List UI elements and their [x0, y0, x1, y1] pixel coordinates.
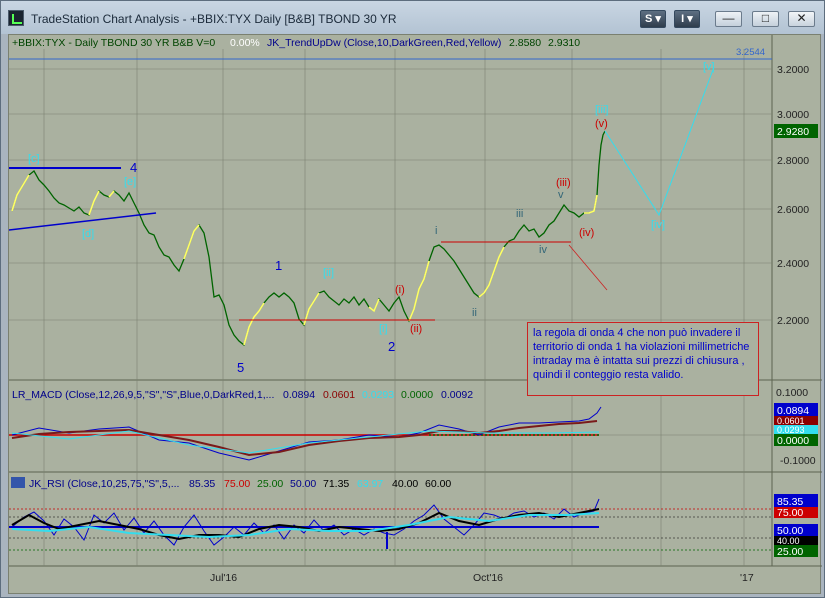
wave-label-iv-red: (iv) [579, 227, 594, 239]
wave-label-iii-cyan: [iii] [595, 104, 608, 116]
rsi-value-8: 60.00 [425, 478, 451, 490]
price-tick-2600: 2.6000 [777, 204, 809, 216]
wave-label-ii-cyan: [ii] [323, 267, 334, 279]
rsi-badge-green-text: 25.00 [777, 546, 803, 558]
rsi-badge-red-text: 75.00 [777, 507, 803, 519]
macd-badge-cyan-text: 0.0293 [777, 425, 805, 435]
macd-value-3: 0.0293 [362, 389, 394, 401]
wave-label-d: [d] [82, 228, 94, 240]
wave-label-c: [c] [28, 153, 40, 165]
wave-label-4: 4 [130, 160, 137, 175]
rsi-indicator-label: JK_RSI (Close,10,25,75,"S",5,... [29, 478, 179, 490]
price-symbol-label: +BBIX:TYX - Daily TBOND 30 YR B&B V=0 [12, 37, 215, 49]
trend-indicator-label: JK_TrendUpDw (Close,10,DarkGreen,Red,Yel… [267, 37, 501, 49]
wave-label-v-red: (v) [595, 118, 608, 130]
annotation-pointer-line [568, 244, 608, 291]
rsi-value-4: 50.00 [290, 478, 316, 490]
wave-label-2: 2 [388, 339, 395, 354]
rsi-value-2: 75.00 [224, 478, 250, 490]
wave-label-iv-cyan: [iv] [651, 219, 665, 231]
wave-label-i-green: i [435, 225, 437, 237]
wave-label-e: [e] [124, 176, 136, 188]
time-label-jul16: Jul'16 [210, 572, 237, 584]
chart-area[interactable]: +BBIX:TYX - Daily TBOND 30 YR B&B V=0 0.… [8, 34, 822, 595]
macd-value-5: 0.0092 [441, 389, 473, 401]
wave-label-i-cyan: [i] [379, 323, 388, 335]
window-title: TradeStation Chart Analysis - +BBIX:TYX … [31, 12, 397, 26]
macd-badge-green-text: 0.0000 [777, 435, 809, 447]
macd-tick-top: 0.1000 [776, 387, 808, 399]
price-tick-2200: 2.2000 [777, 315, 809, 327]
current-price-value: 2.9280 [777, 126, 809, 138]
price-tick-3200: 3.2000 [777, 64, 809, 76]
wave-label-ii-red: (ii) [410, 323, 422, 335]
wave-label-ii-green: ii [472, 307, 477, 319]
rsi-value-1: 85.35 [189, 478, 215, 490]
close-button[interactable]: ✕ [788, 11, 815, 27]
minimize-button[interactable]: — [715, 11, 742, 27]
price-tick-2400: 2.4000 [777, 258, 809, 270]
price-gridlines [9, 68, 772, 321]
macd-value-4: 0.0000 [401, 389, 433, 401]
rsi-value-5: 71.35 [323, 478, 349, 490]
trend-value-2: 2.9310 [548, 37, 580, 49]
wave-label-iii-green: iii [516, 208, 523, 220]
rsi-indicator-icon[interactable] [11, 477, 25, 488]
wave-label-1: 1 [275, 258, 282, 273]
s-menu-button[interactable]: S ▾ [640, 10, 666, 28]
rsi-black-line [11, 508, 600, 541]
macd-tick-bottom: -0.1000 [780, 455, 816, 467]
annotation-textbox[interactable]: la regola di onda 4 che non può invadere… [527, 322, 759, 396]
price-tick-2800: 2.8000 [777, 155, 809, 167]
rsi-value-7: 40.00 [392, 478, 418, 490]
i-menu-button[interactable]: I ▾ [674, 10, 700, 28]
wave-label-5: 5 [237, 360, 244, 375]
projection-line [604, 66, 715, 217]
wave-label-iii-red: (iii) [556, 177, 571, 189]
price-pct-label: 0.00% [230, 37, 260, 49]
time-label-oct16: Oct'16 [473, 572, 503, 584]
wave-label-v-green: v [558, 189, 564, 201]
macd-darkred-line [11, 420, 598, 457]
price-tick-3000: 3.0000 [777, 109, 809, 121]
rsi-value-3: 25.00 [257, 478, 283, 490]
title-bar[interactable]: TradeStation Chart Analysis - +BBIX:TYX … [1, 1, 824, 34]
rsi-value-6: 63.97 [357, 478, 383, 490]
macd-value-2: 0.0601 [323, 389, 355, 401]
macd-value-1: 0.0894 [283, 389, 315, 401]
rsi-badge-black-text: 40.00 [777, 536, 800, 546]
tradestation-app-icon [8, 10, 24, 26]
chart-svg[interactable]: +BBIX:TYX - Daily TBOND 30 YR B&B V=0 0.… [8, 35, 822, 595]
maximize-button[interactable]: □ [752, 11, 779, 27]
time-label-17: '17 [740, 572, 754, 584]
price-axis-top-label: 3.2544 [736, 47, 765, 58]
macd-indicator-label: LR_MACD (Close,12,26,9,5,"S","S",Blue,0,… [12, 389, 274, 401]
wave-label-iv-green: iv [539, 244, 547, 256]
wave-label-v-cyan: [v] [703, 61, 715, 73]
trend-value-1: 2.8580 [509, 37, 541, 49]
chart-window: TradeStation Chart Analysis - +BBIX:TYX … [0, 0, 825, 598]
wave-label-i-red: (i) [395, 284, 405, 296]
